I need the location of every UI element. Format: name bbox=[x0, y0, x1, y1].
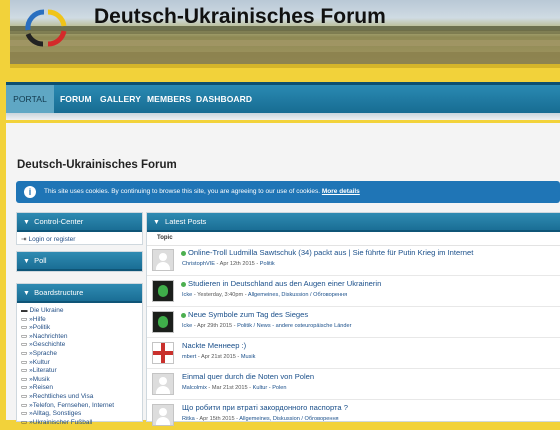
board-item[interactable]: »Literatur bbox=[29, 367, 56, 374]
avatar[interactable] bbox=[152, 373, 174, 395]
post-date: Apr 12th 2015 bbox=[219, 261, 255, 267]
post-title[interactable]: Neue Symbole zum Tag des Sieges bbox=[188, 310, 308, 319]
page-title: Deutsch-Ukrainisches Forum bbox=[17, 159, 177, 171]
nav-portal[interactable]: PORTAL bbox=[6, 85, 54, 113]
post-author[interactable]: ChristophVIE bbox=[182, 261, 215, 267]
post-date: Apr 15th 2015 bbox=[199, 416, 235, 422]
post-date: Yesterday, 3:40pm bbox=[197, 292, 244, 298]
nav-dashboard[interactable]: DASHBOARD bbox=[196, 85, 252, 113]
post-category[interactable]: Allgemeines, Diskussion / Обговорення bbox=[239, 416, 338, 422]
folder-icon: ▭ bbox=[21, 341, 28, 349]
board-item[interactable]: Die Ukraine bbox=[30, 307, 64, 314]
post-author[interactable]: Malcolmix bbox=[182, 385, 207, 391]
online-indicator-icon bbox=[181, 313, 186, 318]
post-row[interactable]: Neue Symbole zum Tag des Sieges Icke - A… bbox=[147, 307, 560, 338]
post-category[interactable]: Politik bbox=[260, 261, 275, 267]
post-row[interactable]: Nackte Меннеер :) mbert - Apr 21st 2015 … bbox=[147, 338, 560, 369]
board-item[interactable]: »Reisen bbox=[29, 384, 53, 391]
board-item[interactable]: »Hilfe bbox=[29, 316, 46, 323]
avatar[interactable] bbox=[152, 311, 174, 333]
post-title[interactable]: Що робити при втраті закордонного паспор… bbox=[182, 403, 348, 412]
folder-icon: ▭ bbox=[21, 324, 28, 332]
site-logo[interactable] bbox=[14, 0, 78, 48]
latest-posts-title: Latest Posts bbox=[165, 217, 207, 226]
folder-icon: ▬ bbox=[21, 307, 28, 314]
chevron-down-icon: ▼ bbox=[23, 219, 30, 226]
login-register-link[interactable]: Login or register bbox=[28, 236, 75, 243]
boardstructure-header[interactable]: ▼ Boardstructure bbox=[17, 284, 142, 303]
chevron-down-icon: ▼ bbox=[23, 290, 30, 297]
cookie-more-details-link[interactable]: More details bbox=[322, 188, 360, 195]
post-title[interactable]: Studieren in Deutschland aus den Augen e… bbox=[188, 279, 381, 288]
boardstructure-box: ▼ Boardstructure ▬ Die Ukraine ▭ »Hilfe ▭»… bbox=[16, 283, 143, 426]
avatar[interactable] bbox=[152, 249, 174, 271]
post-date: Apr 29th 2015 bbox=[196, 323, 233, 329]
online-indicator-icon bbox=[181, 282, 186, 287]
poll-box: ▼ Poll bbox=[16, 251, 143, 272]
folder-icon: ▭ bbox=[21, 358, 28, 366]
board-item[interactable]: »Nachrichten bbox=[29, 333, 67, 340]
post-row[interactable]: Studieren in Deutschland aus den Augen e… bbox=[147, 276, 560, 307]
poll-title: Poll bbox=[34, 256, 47, 265]
avatar[interactable] bbox=[152, 404, 174, 426]
avatar[interactable] bbox=[152, 280, 174, 302]
board-item[interactable]: »Sprache bbox=[29, 350, 57, 357]
folder-icon: ▭ bbox=[21, 349, 28, 357]
post-author[interactable]: Ritka bbox=[182, 416, 195, 422]
board-list: ▬ Die Ukraine ▭ »Hilfe ▭ »Politik ▭ »Nachric… bbox=[17, 303, 142, 427]
site-title[interactable]: Deutsch-Ukrainisches Forum bbox=[94, 5, 386, 29]
post-author[interactable]: Icke bbox=[182, 323, 192, 329]
folder-icon: ▭ bbox=[21, 315, 28, 323]
poll-header[interactable]: ▼ Poll bbox=[17, 252, 142, 271]
post-row[interactable]: Einmal quer durch die Noten von Polen Ma… bbox=[147, 369, 560, 400]
topic-column-header[interactable]: Topic bbox=[147, 232, 560, 246]
post-category[interactable]: Allgemeines, Diskussion / Обговорення bbox=[248, 292, 347, 298]
avatar[interactable] bbox=[152, 342, 174, 364]
folder-icon: ▭ bbox=[21, 384, 28, 392]
main-nav: PORTAL FORUM GALLERY MEMBERS DASHBOARD bbox=[6, 82, 560, 113]
folder-icon: ▭ bbox=[21, 401, 28, 409]
chevron-down-icon: ▼ bbox=[23, 258, 30, 265]
post-date: Apr 21st 2015 bbox=[200, 354, 236, 360]
folder-icon: ▭ bbox=[21, 410, 28, 418]
post-title[interactable]: Einmal quer durch die Noten von Polen bbox=[182, 372, 314, 381]
control-center-box: ▼ Control-Center ⇥ Login or register bbox=[16, 212, 143, 245]
info-icon: i bbox=[24, 186, 36, 198]
board-item[interactable]: »Musik bbox=[29, 376, 50, 383]
post-row[interactable]: Що робити при втраті закордонного паспор… bbox=[147, 400, 560, 430]
post-date: Mar 21st 2015 bbox=[211, 385, 248, 391]
post-category[interactable]: Kultur - Polen bbox=[253, 385, 287, 391]
post-category[interactable]: Musik bbox=[241, 354, 256, 360]
board-item[interactable]: »Alltag, Sonstiges bbox=[29, 410, 81, 417]
boardstructure-title: Boardstructure bbox=[34, 288, 84, 297]
chevron-down-icon: ▼ bbox=[153, 219, 160, 226]
main-content: Deutsch-Ukrainisches Forum i This site u… bbox=[6, 123, 560, 426]
post-author[interactable]: mbert bbox=[182, 354, 196, 360]
folder-icon: ▭ bbox=[21, 375, 28, 383]
latest-posts-header[interactable]: ▼ Latest Posts bbox=[147, 213, 560, 232]
post-title[interactable]: Nackte Меннеер :) bbox=[182, 341, 246, 350]
board-item[interactable]: »Rechtliches und Visa bbox=[29, 393, 93, 400]
online-indicator-icon bbox=[181, 251, 186, 256]
folder-icon: ▭ bbox=[21, 367, 28, 375]
nav-forum[interactable]: FORUM bbox=[60, 85, 92, 113]
latest-posts-box: ▼ Latest Posts Topic Online-Troll Ludmil… bbox=[146, 212, 560, 426]
login-icon: ⇥ bbox=[21, 236, 27, 243]
folder-icon: ▭ bbox=[21, 392, 28, 400]
post-title[interactable]: Online-Troll Ludmilla Sawtschuk (34) pac… bbox=[188, 248, 473, 257]
folder-icon: ▭ bbox=[21, 332, 28, 340]
board-item[interactable]: »Politik bbox=[29, 324, 50, 331]
control-center-header[interactable]: ▼ Control-Center bbox=[17, 213, 142, 232]
control-center-title: Control-Center bbox=[34, 217, 84, 226]
cookie-notice-text: This site uses cookies. By continuing to… bbox=[44, 188, 321, 195]
post-category[interactable]: Politik / News - andere osteuropäische L… bbox=[237, 323, 351, 329]
nav-gallery[interactable]: GALLERY bbox=[100, 85, 141, 113]
board-item[interactable]: »Telefon, Fernsehen, Internet bbox=[29, 402, 114, 409]
board-item[interactable]: »Geschichte bbox=[29, 341, 65, 348]
post-author[interactable]: Icke bbox=[182, 292, 192, 298]
post-row[interactable]: Online-Troll Ludmilla Sawtschuk (34) pac… bbox=[147, 245, 560, 276]
nav-members[interactable]: MEMBERS bbox=[147, 85, 191, 113]
cookie-notice: i This site uses cookies. By continuing … bbox=[16, 181, 560, 203]
board-item[interactable]: »Kultur bbox=[29, 359, 50, 366]
